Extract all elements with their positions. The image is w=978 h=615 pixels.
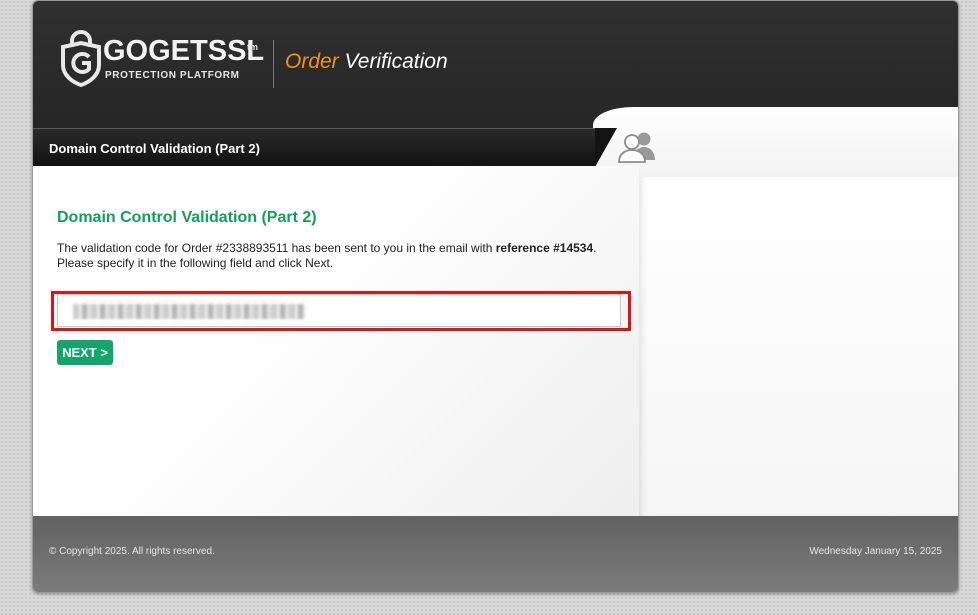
logo-divider xyxy=(273,40,274,88)
page-title-rest: Verification xyxy=(344,50,448,73)
footer-date: Wednesday January 15, 2025 xyxy=(809,546,942,557)
page-title-accent: Order xyxy=(285,50,339,73)
logo-trademark: tm xyxy=(247,42,258,52)
instruction-text: Please specify it in the following field… xyxy=(57,256,334,270)
footer: © Copyright 2025. All rights reserved. W… xyxy=(33,516,958,592)
page-frame: GOGETSSL tm PROTECTION PLATFORM Order Ve… xyxy=(32,0,959,593)
redacted-code xyxy=(73,304,305,319)
title-bar: Domain Control Validation (Part 2) xyxy=(33,128,617,167)
gogetssl-logo: GOGETSSL tm PROTECTION PLATFORM xyxy=(59,29,264,89)
users-icon xyxy=(618,132,655,163)
sidebar-panel xyxy=(639,177,958,516)
validation-message: The validation code for Order #233889351… xyxy=(57,241,617,271)
message-reference: reference #14534 xyxy=(495,241,594,255)
logo-tagline: PROTECTION PLATFORM xyxy=(105,70,240,81)
main-content: Domain Control Validation (Part 2) The v… xyxy=(33,166,639,516)
copyright-text: © Copyright 2025. All rights reserved. xyxy=(49,546,215,557)
next-button[interactable]: NEXT > xyxy=(57,340,113,365)
message-suffix: . xyxy=(593,241,597,255)
page-title: Order Verification xyxy=(285,50,448,74)
message-prefix: The validation code for Order #233889351… xyxy=(57,241,496,255)
logo-wordmark: GOGETSSL xyxy=(103,35,265,67)
shield-lock-icon xyxy=(61,30,101,87)
title-bar-label: Domain Control Validation (Part 2) xyxy=(49,141,260,156)
section-title: Domain Control Validation (Part 2) xyxy=(57,209,317,226)
